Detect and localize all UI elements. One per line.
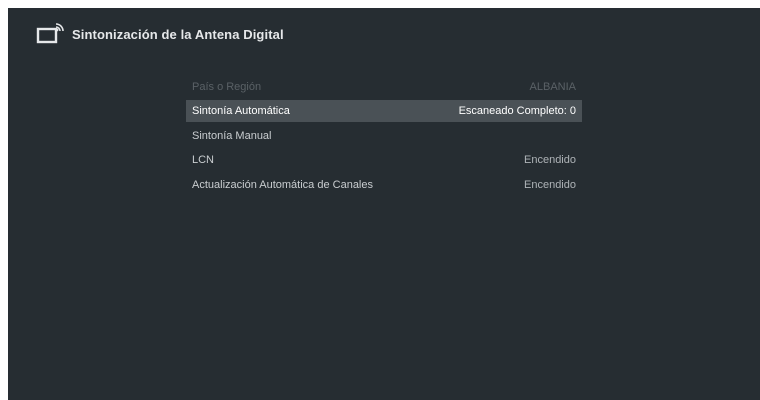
menu-item-label: País o Región	[192, 81, 262, 93]
menu-item-label: Sintonía Manual	[192, 129, 272, 142]
menu-item-label: Actualización Automática de Canales	[192, 178, 373, 191]
menu-item-lcn[interactable]: LCN Encendido	[186, 149, 582, 171]
tv-settings-screen: Sintonización de la Antena Digital País …	[8, 8, 760, 400]
menu-item-country-region: País o Región ALBANIA	[186, 76, 582, 98]
page-header: Sintonización de la Antena Digital	[36, 20, 284, 48]
menu-item-value: Escaneado Completo: 0	[458, 105, 576, 118]
menu-item-value: ALBANIA	[529, 81, 576, 93]
menu-item-auto-channel-update[interactable]: Actualización Automática de Canales Ence…	[186, 174, 582, 196]
menu-item-manual-tuning[interactable]: Sintonía Manual	[186, 125, 582, 147]
tv-antenna-icon	[36, 22, 64, 46]
menu-item-value: Encendido	[524, 178, 576, 191]
menu-item-auto-tuning[interactable]: Sintonía Automática Escaneado Completo: …	[186, 100, 582, 123]
menu-item-label: LCN	[192, 154, 215, 167]
page-title: Sintonización de la Antena Digital	[72, 26, 284, 42]
menu-item-label: Sintonía Automática	[192, 105, 290, 118]
menu-item-value: Encendido	[524, 154, 576, 167]
settings-menu: País o Región ALBANIA Sintonía Automátic…	[186, 76, 582, 198]
